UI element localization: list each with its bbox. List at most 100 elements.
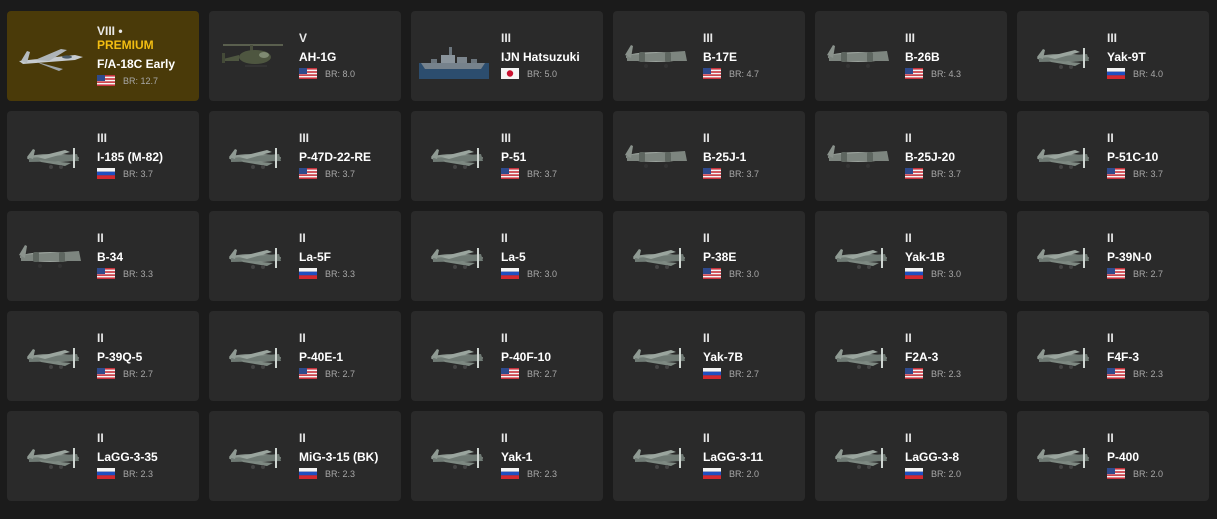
vehicle-name: B-34 (97, 250, 124, 264)
vehicle-card[interactable]: II Yak-7B BR: 2.7 (613, 311, 805, 401)
bomber-aircraft-icon (621, 33, 691, 79)
fighter-aircraft-icon (419, 333, 489, 379)
vehicle-info: II MiG-3-15 (BK) BR: 2.3 (299, 431, 395, 479)
vehicle-card[interactable]: II P-400 BR: 2.0 (1017, 411, 1209, 501)
vehicle-meta: BR: 3.0 (501, 268, 597, 279)
vehicle-card[interactable]: II B-34 BR: 3.3 (7, 211, 199, 301)
vehicle-info: II LaGG-3-35 BR: 2.3 (97, 431, 193, 479)
vehicle-card[interactable]: II La-5 BR: 3.0 (411, 211, 603, 301)
vehicle-name: LaGG-3-11 (703, 450, 764, 464)
fighter-aircraft-icon (419, 433, 489, 479)
vehicle-card[interactable]: III B-17E BR: 4.7 (613, 11, 805, 101)
vehicle-name: Yak-1B (905, 250, 946, 264)
vehicle-info: III B-26B BR: 4.3 (905, 31, 1001, 79)
vehicle-rank: II (905, 431, 912, 445)
vehicle-card[interactable]: II MiG-3-15 (BK) BR: 2.3 (209, 411, 401, 501)
vehicle-name: LaGG-3-35 (97, 450, 158, 464)
fighter-aircraft-icon (1025, 433, 1095, 479)
battle-rating: BR: 2.3 (1133, 368, 1164, 379)
vehicle-card[interactable]: II P-39Q-5 BR: 2.7 (7, 311, 199, 401)
vehicle-name: MiG-3-15 (BK) (299, 450, 379, 464)
vehicle-card[interactable]: III B-26B BR: 4.3 (815, 11, 1007, 101)
fighter-aircraft-icon (1025, 133, 1095, 179)
vehicle-rank: II (299, 231, 306, 245)
usa-flag-icon (905, 168, 923, 179)
vehicle-card[interactable]: III I-185 (M-82) BR: 3.7 (7, 111, 199, 201)
vehicle-rank: II (905, 131, 912, 145)
vehicle-rank: II (501, 231, 508, 245)
vehicle-info: II Yak-7B BR: 2.7 (703, 331, 799, 379)
usa-flag-icon (905, 68, 923, 79)
usa-flag-icon (1107, 468, 1125, 479)
russia-flag-icon (299, 268, 317, 279)
vehicle-meta: BR: 3.7 (703, 168, 799, 179)
vehicle-info: II P-400 BR: 2.0 (1107, 431, 1203, 479)
vehicle-card[interactable]: II B-25J-1 BR: 3.7 (613, 111, 805, 201)
vehicle-meta: BR: 2.0 (1107, 468, 1203, 479)
battle-rating: BR: 3.3 (123, 268, 154, 279)
vehicle-meta: BR: 2.7 (703, 368, 799, 379)
vehicle-rank: III (1107, 31, 1118, 45)
battle-rating: BR: 2.3 (931, 368, 962, 379)
jet-aircraft-icon (15, 33, 85, 79)
vehicle-card[interactable]: II Yak-1B BR: 3.0 (815, 211, 1007, 301)
vehicle-rank: VIII • (97, 24, 123, 38)
fighter-aircraft-icon (217, 333, 287, 379)
vehicle-rank: III (501, 31, 512, 45)
fighter-aircraft-icon (217, 133, 287, 179)
vehicle-card[interactable]: II P-40F-10 BR: 2.7 (411, 311, 603, 401)
vehicle-info: II P-40E-1 BR: 2.7 (299, 331, 395, 379)
vehicle-info: III Yak-9T BR: 4.0 (1107, 31, 1203, 79)
vehicle-card[interactable]: II LaGG-3-11 BR: 2.0 (613, 411, 805, 501)
vehicle-card[interactable]: VIII • PREMIUM F/A-18C Early BR: 12.7 (7, 11, 199, 101)
usa-flag-icon (1107, 368, 1125, 379)
vehicle-card[interactable]: II P-38E BR: 3.0 (613, 211, 805, 301)
vehicle-meta: BR: 3.7 (905, 168, 1001, 179)
vehicle-card[interactable]: III Yak-9T BR: 4.0 (1017, 11, 1209, 101)
fighter-aircraft-icon (621, 333, 691, 379)
vehicle-name: P-39N-0 (1107, 250, 1152, 264)
vehicle-meta: BR: 12.7 (97, 75, 193, 86)
vehicle-card[interactable]: II P-39N-0 BR: 2.7 (1017, 211, 1209, 301)
vehicle-card[interactable]: II P-51C-10 BR: 3.7 (1017, 111, 1209, 201)
battle-rating: BR: 3.7 (1133, 168, 1164, 179)
battle-rating: BR: 5.0 (527, 68, 558, 79)
battle-rating: BR: 4.0 (1133, 68, 1164, 79)
vehicle-name: P-40E-1 (299, 350, 344, 364)
vehicle-info: II LaGG-3-8 BR: 2.0 (905, 431, 1001, 479)
vehicle-card[interactable]: III P-47D-22-RE BR: 3.7 (209, 111, 401, 201)
battle-rating: BR: 3.0 (527, 268, 558, 279)
vehicle-card[interactable]: II Yak-1 BR: 2.3 (411, 411, 603, 501)
vehicle-card[interactable]: II B-25J-20 BR: 3.7 (815, 111, 1007, 201)
vehicle-info: II B-25J-1 BR: 3.7 (703, 131, 799, 179)
fighter-aircraft-icon (1025, 33, 1095, 79)
vehicle-card[interactable]: II F4F-3 BR: 2.3 (1017, 311, 1209, 401)
vehicle-rank: II (703, 331, 710, 345)
vehicle-name: F4F-3 (1107, 350, 1140, 364)
vehicle-rank: II (1107, 231, 1114, 245)
fighter-aircraft-icon (217, 233, 287, 279)
vehicle-card[interactable]: II LaGG-3-8 BR: 2.0 (815, 411, 1007, 501)
vehicle-card[interactable]: V AH-1G BR: 8.0 (209, 11, 401, 101)
vehicle-info: II P-40F-10 BR: 2.7 (501, 331, 597, 379)
vehicle-card[interactable]: II F2A-3 BR: 2.3 (815, 311, 1007, 401)
vehicle-rank: II (501, 431, 508, 445)
fighter-aircraft-icon (823, 433, 893, 479)
vehicle-card[interactable]: III IJN Hatsuzuki BR: 5.0 (411, 11, 603, 101)
vehicle-name: P-40F-10 (501, 350, 552, 364)
vehicle-meta: BR: 3.7 (1107, 168, 1203, 179)
vehicle-rank: II (299, 431, 306, 445)
premium-label: PREMIUM (97, 38, 154, 52)
battle-rating: BR: 2.7 (729, 368, 760, 379)
vehicle-card[interactable]: II La-5F BR: 3.3 (209, 211, 401, 301)
vehicle-card[interactable]: III P-51 BR: 3.7 (411, 111, 603, 201)
vehicle-card[interactable]: II P-40E-1 BR: 2.7 (209, 311, 401, 401)
vehicle-info: II F2A-3 BR: 2.3 (905, 331, 1001, 379)
battle-rating: BR: 3.7 (527, 168, 558, 179)
vehicle-card[interactable]: II LaGG-3-35 BR: 2.3 (7, 411, 199, 501)
vehicle-meta: BR: 2.7 (299, 368, 395, 379)
vehicle-meta: BR: 5.0 (501, 68, 597, 79)
vehicle-rank: II (299, 331, 306, 345)
vehicle-info: V AH-1G BR: 8.0 (299, 31, 395, 79)
vehicle-rank: II (501, 331, 508, 345)
